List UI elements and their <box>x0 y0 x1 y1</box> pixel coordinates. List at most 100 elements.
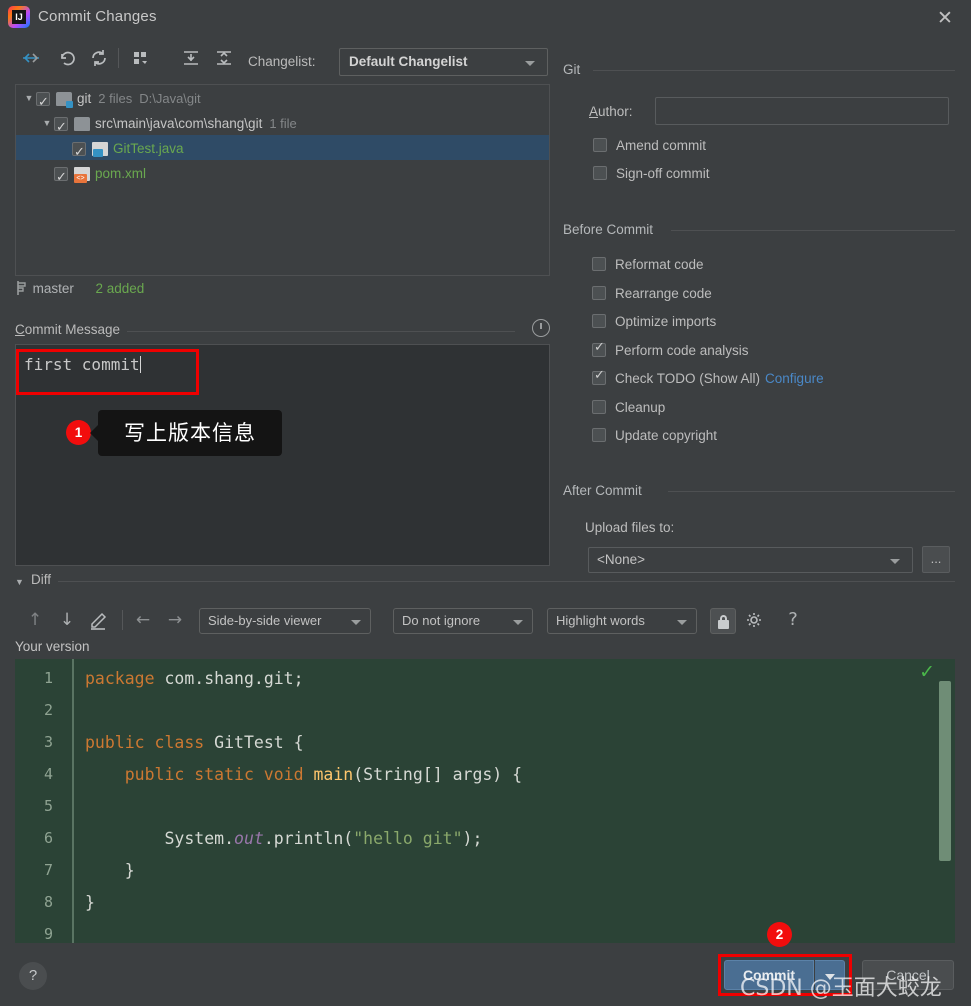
before-commit-group-label: Before Commit <box>563 222 661 237</box>
gear-icon[interactable] <box>743 608 767 632</box>
show-diff-icon[interactable] <box>20 47 42 69</box>
group-by-icon[interactable] <box>130 47 152 69</box>
tree-row-checkbox[interactable] <box>36 90 50 115</box>
close-icon[interactable]: ✕ <box>933 6 957 30</box>
help-button[interactable]: ? <box>19 962 47 990</box>
diff-scrollbar-thumb[interactable] <box>939 681 951 861</box>
tree-row-checkbox[interactable] <box>54 165 68 190</box>
ignore-mode-value: Do not ignore <box>402 613 481 628</box>
after-commit-group-header: After Commit <box>563 483 963 499</box>
checkbox-check-todo[interactable]: Check TODO (Show All) Configure <box>592 368 824 395</box>
diff-collapse-twisty[interactable]: ▼ <box>15 577 27 587</box>
refresh-icon[interactable] <box>88 47 110 69</box>
before-commit-group-header: Before Commit <box>563 222 963 238</box>
code-token: .println( <box>263 829 354 848</box>
checkbox-indicator[interactable] <box>592 340 606 357</box>
group-divider <box>593 70 955 71</box>
diff-code-pane[interactable]: 1 2 3 4 5 6 7 8 9 package com.shang.git; public c… <box>15 659 955 943</box>
checkbox-perform-code-analysis[interactable]: Perform code analysis <box>592 340 749 367</box>
accept-left-icon[interactable]: ← <box>131 608 155 632</box>
checkbox-update-copyright[interactable]: Update copyright <box>592 428 717 452</box>
code-token: } <box>85 861 135 880</box>
viewer-mode-dropdown[interactable]: Side-by-side viewer <box>199 608 371 634</box>
cancel-button[interactable]: Cancel <box>862 960 954 990</box>
code-line: public static void main(String[] args) { <box>85 765 522 784</box>
code-line: System.out.println("hello git"); <box>85 829 482 848</box>
checkbox-label: Optimize imports <box>615 314 717 329</box>
checkbox-indicator[interactable] <box>593 138 607 152</box>
changelist-dropdown[interactable]: Default Changelist <box>339 48 548 76</box>
tree-twisty[interactable]: ▼ <box>40 111 54 136</box>
collapse-all-icon[interactable] <box>213 47 235 69</box>
line-number: 1 <box>43 669 53 687</box>
checkbox-sign-off-commit[interactable]: Sign-off commit <box>593 166 710 190</box>
tree-row[interactable]: GitTest.java <box>16 135 549 165</box>
checkbox-indicator[interactable] <box>592 314 606 328</box>
changelist-value: Default Changelist <box>349 54 468 69</box>
code-line: } <box>85 861 135 880</box>
checkbox-indicator[interactable] <box>593 166 607 180</box>
expand-all-icon[interactable] <box>180 47 202 69</box>
author-field[interactable] <box>655 97 949 125</box>
tree-row[interactable]: ▼ src\main\java\com\shang\git 1 file <box>16 110 549 140</box>
previous-difference-icon[interactable]: ↑ <box>23 608 47 632</box>
checkbox-cleanup[interactable]: Cleanup <box>592 399 665 424</box>
checkbox-optimize-imports[interactable]: Optimize imports <box>592 314 716 338</box>
line-number: 3 <box>43 733 53 751</box>
checkbox-indicator[interactable] <box>592 399 606 414</box>
code-token: main <box>313 765 354 784</box>
viewer-mode-value: Side-by-side viewer <box>208 613 322 628</box>
accept-right-icon[interactable]: → <box>163 608 187 632</box>
annotation-1-highlight <box>16 349 199 395</box>
git-group-label: Git <box>563 62 588 77</box>
chevron-down-icon <box>513 620 523 625</box>
java-file-icon <box>92 141 108 157</box>
question-mark-icon[interactable]: ? <box>781 608 805 632</box>
code-line: } <box>85 893 95 912</box>
checkbox-label: Check TODO (Show All) <box>615 371 761 386</box>
code-token: } <box>85 893 95 912</box>
line-number: 6 <box>43 829 53 847</box>
checkbox-indicator[interactable] <box>592 285 606 300</box>
code-token: System. <box>85 829 235 848</box>
checkbox-indicator[interactable] <box>592 428 606 442</box>
checkbox-reformat-code[interactable]: Reformat code <box>592 257 704 281</box>
checkbox-indicator[interactable] <box>592 257 606 271</box>
diff-section-header: ▼ Diff <box>15 572 955 592</box>
upload-browse-button[interactable]: ... <box>922 546 950 573</box>
code-token: (String[] args) { <box>353 765 523 784</box>
checkbox-indicator[interactable] <box>592 368 606 385</box>
upload-files-label: Upload files to: <box>585 520 675 535</box>
highlight-mode-dropdown[interactable]: Highlight words <box>547 608 697 634</box>
checkbox-label: Amend commit <box>616 138 707 153</box>
edit-source-icon[interactable] <box>87 608 111 632</box>
tree-twisty[interactable]: ▼ <box>22 86 36 111</box>
annotation-2-badge: 2 <box>767 922 792 947</box>
checkbox-amend-commit[interactable]: Amend commit <box>593 138 706 162</box>
clock-history-icon[interactable] <box>532 319 550 337</box>
next-difference-icon[interactable]: ↓ <box>55 608 79 632</box>
tree-row-checkbox[interactable] <box>54 115 68 140</box>
upload-files-dropdown[interactable]: <None> <box>588 547 913 573</box>
xml-file-icon <box>74 166 90 183</box>
tree-row[interactable]: pom.xml <box>16 160 549 190</box>
annotation-2-highlight <box>718 954 852 996</box>
checkbox-rearrange-code[interactable]: Rearrange code <box>592 285 712 310</box>
after-commit-group-label: After Commit <box>563 483 649 498</box>
group-divider <box>668 491 955 492</box>
line-number: 5 <box>43 797 53 815</box>
group-divider <box>671 230 955 231</box>
ignore-mode-dropdown[interactable]: Do not ignore <box>393 608 533 634</box>
configure-link[interactable]: Configure <box>765 371 824 386</box>
code-token: public class <box>85 733 205 752</box>
checkbox-label: Update copyright <box>615 428 718 443</box>
checkbox-label: Rearrange code <box>615 285 712 301</box>
revert-icon[interactable] <box>56 47 78 69</box>
lock-icon[interactable] <box>710 608 736 634</box>
tree-row-checkbox[interactable] <box>72 140 86 165</box>
changed-files-tree[interactable]: ▼ git 2 files D:\Java\git ▼ src\main\java\com… <box>15 84 550 276</box>
section-divider <box>31 581 955 582</box>
tree-row[interactable]: ▼ git 2 files D:\Java\git <box>16 85 549 115</box>
line-number: 9 <box>43 925 53 943</box>
branch-row: master 2 added <box>15 279 144 301</box>
